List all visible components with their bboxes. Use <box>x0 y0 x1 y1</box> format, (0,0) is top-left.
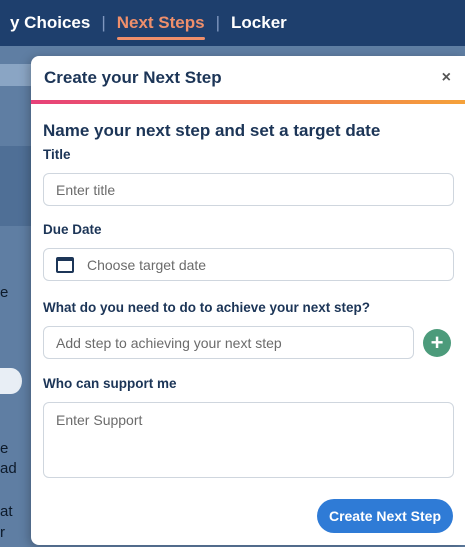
title-label: Title <box>43 147 71 162</box>
close-button[interactable]: × <box>442 69 451 87</box>
header-gradient-divider <box>31 100 465 104</box>
nav-item-next-steps[interactable]: Next Steps <box>116 13 205 40</box>
background-text: e <box>0 284 9 301</box>
due-date-picker[interactable]: Choose target date <box>43 248 454 281</box>
create-next-step-button[interactable]: Create Next Step <box>316 499 453 533</box>
background-bubble <box>0 368 22 394</box>
modal-header: Create your Next Step × <box>31 56 465 100</box>
due-date-placeholder: Choose target date <box>87 256 207 273</box>
form-heading: Name your next step and set a target dat… <box>43 121 381 140</box>
modal-title: Create your Next Step <box>44 68 222 87</box>
calendar-icon <box>56 256 74 273</box>
nav-item-my-choices[interactable]: y Choices <box>10 13 90 33</box>
support-placeholder: Enter Support <box>56 412 143 428</box>
title-placeholder: Enter title <box>56 181 116 198</box>
background-text: r <box>0 524 5 541</box>
nav-item-locker[interactable]: Locker <box>231 13 287 33</box>
plus-icon: + <box>430 329 444 355</box>
add-step-button[interactable]: + <box>423 328 451 357</box>
steps-label: What do you need to do to achieve your n… <box>43 300 371 315</box>
nav-separator: | <box>101 13 106 32</box>
create-next-step-modal: Create your Next Step × Name your next s… <box>31 56 465 545</box>
modal-footer: Create Next Step <box>31 499 465 533</box>
background-text: at <box>0 503 13 520</box>
step-row: Add step to achieving your next step + <box>43 326 453 359</box>
modal-body: Name your next step and set a target dat… <box>31 121 465 478</box>
background-text: e <box>0 440 9 457</box>
nav-separator: | <box>215 13 221 32</box>
top-navigation: y Choices | Next Steps | Locker <box>0 0 465 46</box>
support-label: Who can support me <box>43 376 177 391</box>
title-input[interactable]: Enter title <box>43 173 454 206</box>
step-input[interactable]: Add step to achieving your next step <box>43 326 414 359</box>
background-text: ad <box>0 460 17 477</box>
step-placeholder: Add step to achieving your next step <box>56 334 282 351</box>
support-textarea[interactable]: Enter Support <box>43 402 454 478</box>
due-date-label: Due Date <box>43 222 102 237</box>
